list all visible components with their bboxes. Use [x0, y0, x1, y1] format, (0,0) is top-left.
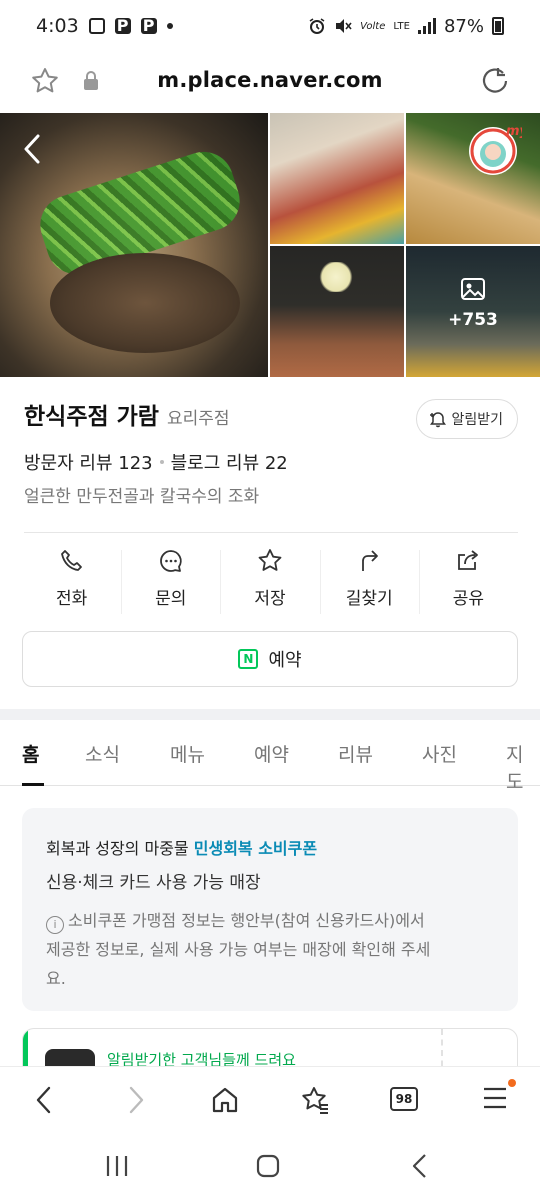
coupon-info-card: 회복과 성장의 마중물 민생회복 소비쿠폰 신용·체크 카드 사용 가능 매장 … — [22, 808, 518, 1011]
coupon-info-line: 소비쿠폰 가맹점 정보는 행안부(참여 신용카드사)에서 — [68, 911, 425, 930]
home-icon[interactable] — [211, 1085, 239, 1115]
tab-news[interactable]: 소식 — [85, 740, 120, 767]
place-category: 요리주점 — [166, 409, 230, 429]
section-divider — [0, 709, 540, 720]
status-bar: 4:03 P P Volte LTE 87% — [0, 0, 540, 52]
tab-bar: 홈 소식 메뉴 예약 리뷰 사진 지도 — [0, 720, 540, 793]
system-navigation-bar — [0, 1132, 540, 1200]
forward-icon[interactable] — [124, 1085, 148, 1115]
p-app-notification-icon: P — [114, 18, 131, 34]
divider — [24, 532, 518, 533]
volte-label: Volte — [360, 20, 386, 32]
place-header: 한식주점 가람 요리주점 알림받기 방문자 리뷰 123 블로그 리뷰 22 얼… — [24, 397, 518, 507]
action-label: 전화 — [55, 589, 88, 609]
bookmarks-icon[interactable] — [300, 1085, 330, 1115]
coupon-headline: 회복과 성장의 마중물 민생회복 소비쿠폰 — [46, 835, 317, 859]
photo-thumbnail[interactable] — [270, 113, 404, 244]
coupon-info-text: i 소비쿠폰 가맹점 정보는 행안부(참여 신용카드사)에서 제공한 정보로, 실… — [46, 906, 502, 993]
notification-dot — [508, 1079, 516, 1087]
mute-icon — [336, 19, 352, 33]
photo-gallery: +753 my — [0, 113, 540, 377]
chat-icon — [159, 550, 182, 572]
network-label: LTE — [393, 20, 410, 32]
p-app-notification-icon-2: P — [140, 18, 157, 34]
tab-menu[interactable]: 메뉴 — [170, 740, 205, 767]
tabs-count-button[interactable]: 98 — [390, 1087, 418, 1111]
back-icon[interactable] — [32, 1085, 56, 1115]
reload-icon[interactable] — [480, 65, 510, 95]
browser-url-bar: m.place.naver.com — [0, 52, 540, 112]
share-button[interactable]: 공유 — [418, 548, 518, 616]
tab-reviews[interactable]: 리뷰 — [338, 740, 373, 767]
info-icon: i — [46, 915, 64, 934]
place-name: 한식주점 가람 — [24, 404, 159, 430]
reserve-label: 예약 — [268, 650, 302, 671]
gallery-notification-icon — [88, 18, 105, 34]
battery-percent: 87% — [443, 15, 484, 37]
action-bar: 전화 문의 저장 길찾기 공유 — [22, 548, 518, 616]
coupon-info-line: 요. — [46, 969, 66, 988]
place-description: 얼큰한 만두전골과 칼국수의 조화 — [24, 487, 260, 507]
menu-icon[interactable] — [482, 1085, 508, 1111]
signal-icon — [417, 18, 436, 34]
system-back-icon[interactable] — [410, 1153, 430, 1179]
back-arrow-icon[interactable] — [22, 133, 42, 165]
my-profile-badge[interactable]: my — [466, 121, 522, 177]
bell-plus-icon — [430, 412, 447, 428]
url-text[interactable]: m.place.naver.com — [0, 68, 540, 92]
tab-home[interactable]: 홈 — [22, 740, 39, 767]
photo-thumbnail[interactable] — [270, 246, 404, 377]
tab-reservation[interactable]: 예약 — [254, 740, 289, 767]
separator-dot — [159, 460, 164, 464]
action-label: 길찾기 — [345, 589, 393, 609]
reserve-button[interactable]: N 예약 — [22, 631, 518, 687]
coupon-info-line: 제공한 정보로, 실제 사용 가능 여부는 매장에 확인해 주세 — [46, 940, 431, 959]
browser-toolbar: 98 — [0, 1066, 540, 1132]
recent-apps-icon[interactable] — [104, 1154, 130, 1178]
action-label: 문의 — [155, 589, 187, 609]
naver-booking-icon: N — [238, 649, 259, 669]
alarm-icon — [309, 18, 325, 34]
alert-subscribe-button[interactable]: 알림받기 — [416, 399, 518, 439]
tab-map[interactable]: 지도 — [506, 740, 540, 794]
image-icon — [461, 278, 485, 300]
save-button[interactable]: 저장 — [220, 548, 319, 616]
share-icon — [458, 550, 479, 570]
blog-reviews-link[interactable]: 블로그 리뷰 22 — [171, 449, 288, 475]
more-photos-count: +753 — [448, 310, 498, 330]
action-label: 저장 — [254, 589, 286, 609]
coupon-headline-prefix: 회복과 성장의 마중물 — [46, 839, 189, 858]
battery-icon — [492, 17, 504, 35]
tab-photos[interactable]: 사진 — [422, 740, 457, 767]
call-button[interactable]: 전화 — [22, 548, 121, 616]
system-home-icon[interactable] — [256, 1154, 280, 1178]
action-label: 공유 — [452, 589, 485, 609]
phone-icon — [60, 550, 82, 571]
inquiry-button[interactable]: 문의 — [121, 548, 220, 616]
directions-icon — [362, 550, 379, 571]
photo-detail-flower — [318, 262, 354, 292]
coupon-subtitle: 신용·체크 카드 사용 가능 매장 — [46, 873, 261, 893]
star-icon — [258, 549, 282, 571]
my-badge-label: my — [506, 124, 522, 139]
directions-button[interactable]: 길찾기 — [319, 548, 419, 616]
status-time: 4:03 — [36, 15, 79, 37]
more-photos-tile[interactable]: +753 — [406, 246, 540, 377]
photo-detail-meat — [50, 253, 240, 353]
visitor-reviews-link[interactable]: 방문자 리뷰 123 — [24, 449, 153, 475]
more-notifications-icon — [166, 23, 173, 29]
alert-button-label: 알림받기 — [451, 412, 503, 428]
active-tab-indicator — [22, 783, 44, 786]
coupon-headline-highlight: 민생회복 소비쿠폰 — [193, 839, 318, 858]
